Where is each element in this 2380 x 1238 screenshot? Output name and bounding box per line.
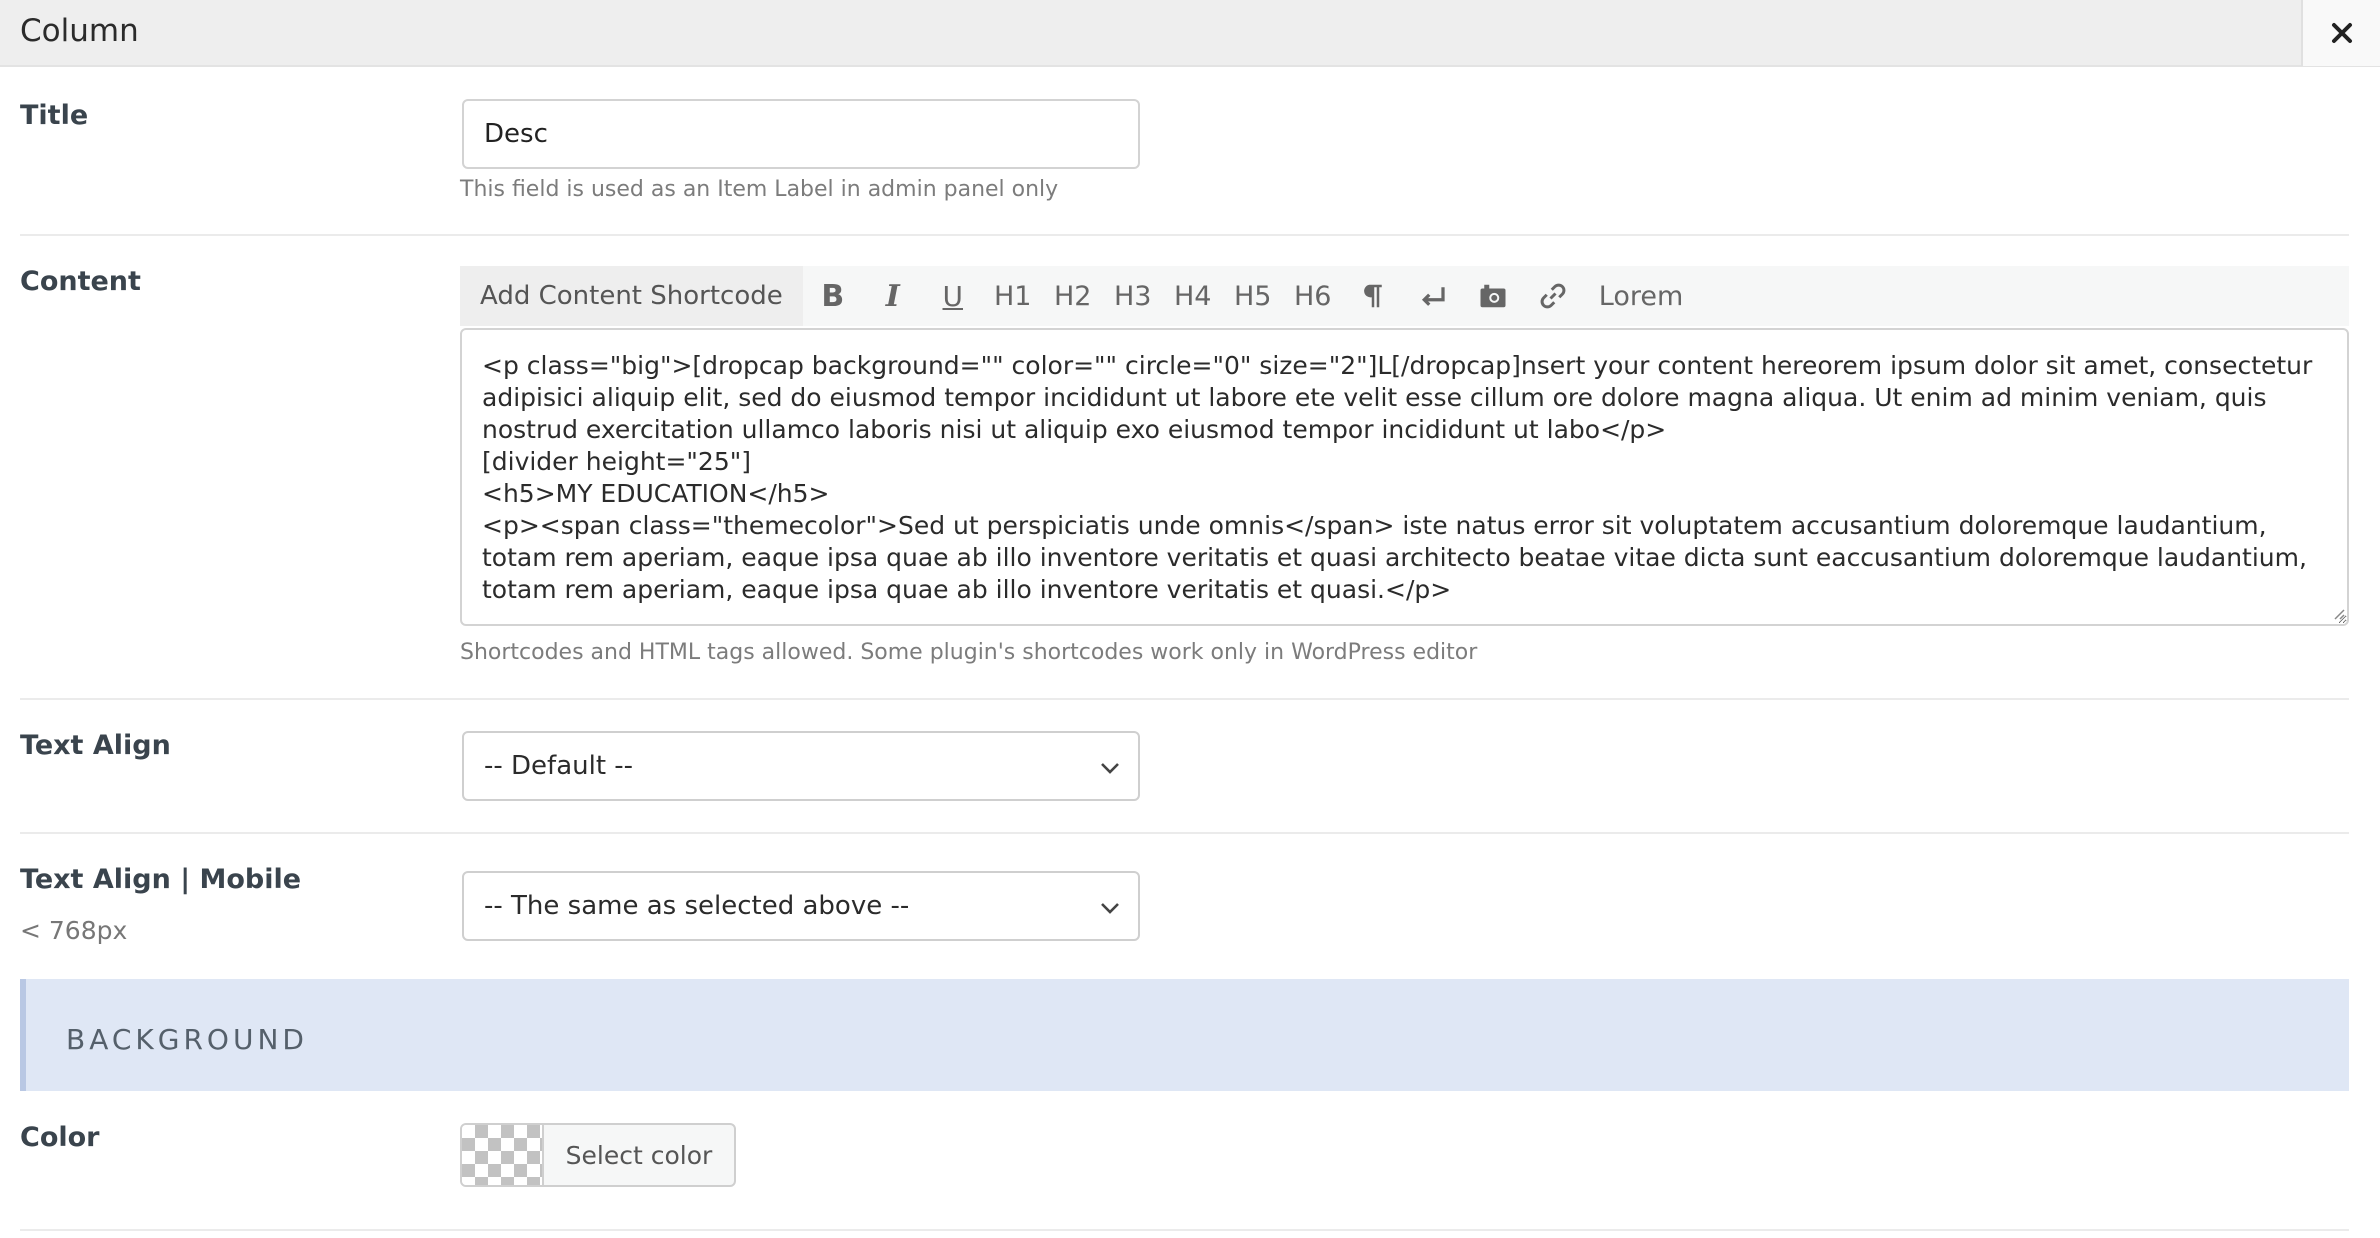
h5-button[interactable]: H5 [1223, 266, 1283, 326]
select-color-label: Select color [565, 1140, 713, 1170]
text-align-select[interactable]: -- Default -- [462, 731, 1140, 801]
text-align-mobile-selected-value: -- The same as selected above -- [484, 891, 910, 921]
chevron-down-icon [1101, 903, 1119, 914]
title-label: Title [20, 100, 89, 131]
underline-button[interactable]: U [923, 266, 983, 326]
text-align-mobile-sublabel: < 768px [20, 916, 128, 945]
content-field-row: Content Add Content Shortcode B I U H1 H… [20, 266, 2349, 686]
text-align-label: Text Align [20, 730, 171, 761]
close-icon [2331, 23, 2352, 43]
close-button[interactable] [2301, 0, 2380, 66]
chevron-down-icon [1101, 763, 1119, 774]
h1-button[interactable]: H1 [983, 266, 1043, 326]
divider [20, 234, 2349, 236]
add-content-shortcode-button[interactable]: Add Content Shortcode [460, 266, 803, 326]
text-align-selected-value: -- Default -- [484, 751, 634, 781]
pilcrow-icon [1363, 284, 1382, 308]
paragraph-button[interactable] [1343, 266, 1403, 326]
link-button[interactable] [1523, 266, 1583, 326]
background-color-row: Color [20, 1091, 2349, 1231]
h4-button[interactable]: H4 [1163, 266, 1223, 326]
text-align-mobile-label: Text Align | Mobile [20, 864, 302, 895]
h6-button[interactable]: H6 [1283, 266, 1343, 326]
editor-toolbar: Add Content Shortcode B I U H1 H2 H3 H4 … [460, 266, 2349, 326]
content-label: Content [20, 266, 141, 297]
color-swatch-transparent [462, 1125, 544, 1185]
title-input[interactable] [462, 99, 1140, 169]
content-textarea[interactable]: <p class="big">[dropcap background="" co… [460, 328, 2349, 626]
content-description: Shortcodes and HTML tags allowed. Some p… [460, 640, 1478, 665]
camera-icon [1480, 284, 1506, 308]
modal-header: Column [0, 0, 2380, 67]
background-section-header: BACKGROUND [20, 979, 2349, 1091]
background-color-label: Color [20, 1122, 100, 1153]
h3-button[interactable]: H3 [1103, 266, 1163, 326]
line-break-button[interactable] [1403, 266, 1463, 326]
divider [20, 1229, 2349, 1231]
background-section-title: BACKGROUND [66, 1023, 308, 1056]
italic-button[interactable]: I [863, 266, 923, 326]
resize-handle-icon[interactable] [2331, 606, 2345, 620]
text-align-row: Text Align -- Default -- [20, 700, 2349, 830]
text-align-mobile-row: Text Align | Mobile < 768px -- The same … [20, 834, 2349, 979]
text-align-mobile-select[interactable]: -- The same as selected above -- [462, 871, 1140, 941]
lorem-button[interactable]: Lorem [1583, 266, 1700, 326]
modal-title: Column [20, 13, 139, 49]
image-button[interactable] [1463, 266, 1523, 326]
bold-button[interactable]: B [803, 266, 863, 326]
link-icon [1540, 283, 1566, 309]
return-arrow-icon [1421, 287, 1445, 306]
h2-button[interactable]: H2 [1043, 266, 1103, 326]
title-field-row: Title This field is used as an Item Labe… [20, 67, 2349, 235]
select-color-button[interactable]: Select color [460, 1123, 736, 1187]
title-description: This field is used as an Item Label in a… [460, 177, 1059, 202]
